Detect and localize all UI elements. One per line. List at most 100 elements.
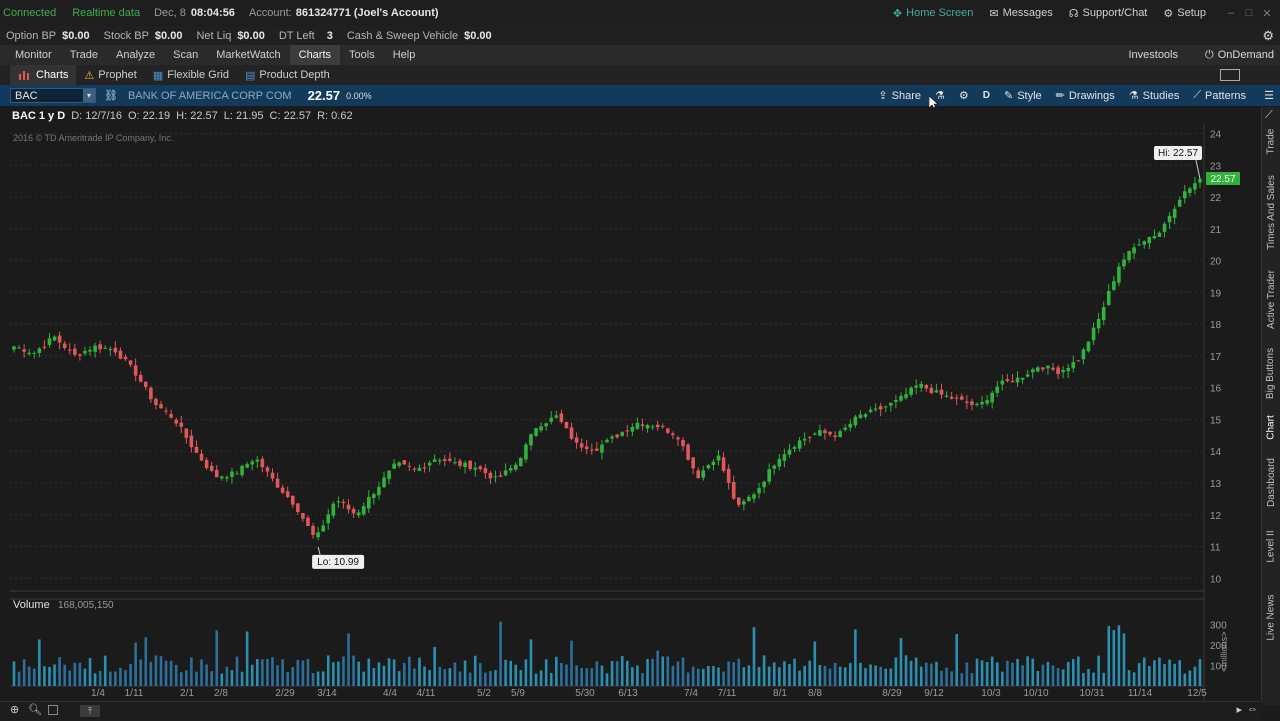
volume-bar bbox=[864, 668, 867, 686]
settings-gear-icon[interactable]: ⚙ bbox=[1262, 28, 1274, 44]
ondemand-button[interactable]: ⏻ OnDemand bbox=[1205, 49, 1274, 62]
layout-icon[interactable] bbox=[1220, 69, 1240, 81]
candle-body bbox=[154, 398, 158, 405]
volume-bar bbox=[686, 672, 690, 686]
volume-bar bbox=[838, 666, 842, 686]
sidebar-tab-chart[interactable]: Chart bbox=[1262, 407, 1280, 447]
candle-body bbox=[321, 525, 325, 532]
tab-help[interactable]: Help bbox=[384, 45, 425, 65]
studies-button[interactable]: ⚗ Studies bbox=[1129, 89, 1180, 103]
x-tick-label: 8/29 bbox=[882, 688, 902, 699]
link-icon[interactable]: ⛓ bbox=[104, 89, 118, 102]
candle-body bbox=[924, 385, 929, 389]
volume-bar bbox=[119, 667, 122, 686]
zoom-icon[interactable]: 🔍︎ bbox=[28, 703, 42, 716]
subtab-charts-label: Charts bbox=[36, 69, 69, 81]
setup-button[interactable]: ⚙ Setup bbox=[1163, 7, 1206, 20]
price-chart[interactable]: 2016 © TD Ameritrade IP Company, Inc. 10… bbox=[0, 124, 1262, 701]
hi-marker-line bbox=[1195, 159, 1201, 180]
patterns-button[interactable]: ⟋ Patterns bbox=[1193, 89, 1246, 102]
volume-bar bbox=[1011, 662, 1014, 686]
maximize-button[interactable]: □ bbox=[1240, 7, 1258, 19]
candle-body bbox=[1172, 208, 1177, 218]
sidebar-tab-live-news[interactable]: Live News bbox=[1262, 577, 1280, 657]
candle-body bbox=[792, 447, 797, 449]
chevron-down-icon[interactable]: ▾ bbox=[83, 89, 95, 102]
volume-bar bbox=[478, 663, 482, 686]
tab-scan[interactable]: Scan bbox=[164, 45, 207, 65]
volume-bar bbox=[950, 671, 953, 686]
volume-bar bbox=[114, 671, 117, 686]
aggregation-button[interactable]: D bbox=[983, 90, 990, 101]
volume-bar bbox=[215, 630, 219, 686]
investools-link[interactable]: Investools bbox=[1128, 49, 1178, 61]
minimize-button[interactable]: – bbox=[1222, 7, 1240, 19]
volume-bar bbox=[519, 670, 523, 686]
tab-monitor[interactable]: Monitor bbox=[6, 45, 61, 65]
symbol-selector[interactable]: BAC ▾ bbox=[10, 88, 96, 103]
tab-tools[interactable]: Tools bbox=[340, 45, 384, 65]
sidebar-tab-level-ii[interactable]: Level II bbox=[1262, 519, 1280, 574]
candle-body bbox=[356, 512, 361, 516]
candle-body bbox=[721, 457, 726, 471]
subtab-flexible-grid[interactable]: ▦ Flexible Grid bbox=[145, 65, 237, 85]
volume-bar bbox=[778, 667, 781, 686]
pan-left-icon[interactable]: ▸ bbox=[1236, 703, 1242, 716]
home-screen-button[interactable]: ✥ Home Screen bbox=[893, 7, 973, 20]
sidebar-tab-times-and-sales[interactable]: Times And Sales bbox=[1262, 169, 1280, 255]
volume-bar bbox=[615, 661, 619, 686]
subtab-charts[interactable]: Charts bbox=[10, 65, 77, 85]
patterns-label: Patterns bbox=[1205, 89, 1246, 102]
chart-settings-button[interactable]: ⚙ bbox=[959, 89, 969, 102]
volume-bar bbox=[914, 657, 918, 686]
candle-body bbox=[351, 508, 356, 514]
volume-bar bbox=[1071, 659, 1075, 686]
volume-bar bbox=[514, 664, 518, 686]
messages-button[interactable]: ✉ Messages bbox=[989, 7, 1052, 20]
candle-body bbox=[554, 415, 559, 418]
close-button[interactable]: ✕ bbox=[1258, 7, 1276, 20]
candle-body bbox=[752, 494, 756, 499]
tab-charts[interactable]: Charts bbox=[289, 45, 341, 65]
home-screen-label: Home Screen bbox=[906, 7, 974, 19]
candle-body bbox=[630, 426, 635, 432]
candle-body bbox=[883, 406, 888, 408]
expand-icon[interactable]: ⇔ bbox=[1247, 703, 1258, 715]
x-tick-label: 10/31 bbox=[1079, 688, 1104, 699]
subtab-product-depth[interactable]: ▤ Product Depth bbox=[237, 65, 338, 85]
tab-trade[interactable]: Trade bbox=[61, 45, 107, 65]
drag-icon[interactable] bbox=[48, 705, 58, 715]
sidebar-tab-trade[interactable]: Trade bbox=[1262, 119, 1280, 164]
volume-bar bbox=[402, 663, 406, 686]
candle-body bbox=[483, 468, 488, 474]
account-value[interactable]: 861324771 (Joel's Account) bbox=[296, 7, 439, 19]
sidebar-tab-dashboard[interactable]: Dashboard bbox=[1262, 449, 1280, 515]
drawings-label: Drawings bbox=[1068, 89, 1115, 102]
sidebar-tab-active-trader[interactable]: Active Trader bbox=[1262, 257, 1280, 341]
tab-analyze[interactable]: Analyze bbox=[107, 45, 164, 65]
crosshair-icon[interactable]: ⊕ bbox=[10, 703, 19, 716]
chart-area[interactable]: 2016 © TD Ameritrade IP Company, Inc. 10… bbox=[0, 124, 1262, 720]
menu-icon[interactable]: ☰ bbox=[1264, 89, 1274, 102]
sidebar-tab-big-buttons[interactable]: Big Buttons bbox=[1262, 343, 1280, 403]
support-chat-button[interactable]: ☊ Support/Chat bbox=[1069, 7, 1148, 20]
volume-bar bbox=[585, 668, 589, 686]
candle-body bbox=[270, 472, 275, 479]
volume-bar bbox=[636, 665, 639, 686]
style-label: Style bbox=[1017, 89, 1042, 102]
candle-body bbox=[22, 349, 26, 352]
drawings-button[interactable]: ✏ Drawings bbox=[1056, 89, 1115, 103]
style-button[interactable]: ✎ Style bbox=[1004, 89, 1042, 103]
x-tick-label: 7/11 bbox=[718, 688, 737, 699]
collapse-button[interactable]: ⤒ bbox=[80, 705, 100, 717]
depth-icon: ▤ bbox=[244, 69, 256, 82]
volume-bar bbox=[154, 655, 158, 686]
candle-body bbox=[392, 463, 396, 469]
volume-bar bbox=[473, 655, 477, 686]
tab-marketwatch[interactable]: MarketWatch bbox=[207, 45, 289, 65]
candle-body bbox=[448, 458, 452, 461]
share-button[interactable]: ⇪ Share bbox=[878, 89, 921, 103]
candle-body bbox=[240, 465, 244, 476]
subtab-prophet[interactable]: ⚠ Prophet bbox=[76, 65, 144, 85]
volume-bar bbox=[798, 670, 801, 686]
